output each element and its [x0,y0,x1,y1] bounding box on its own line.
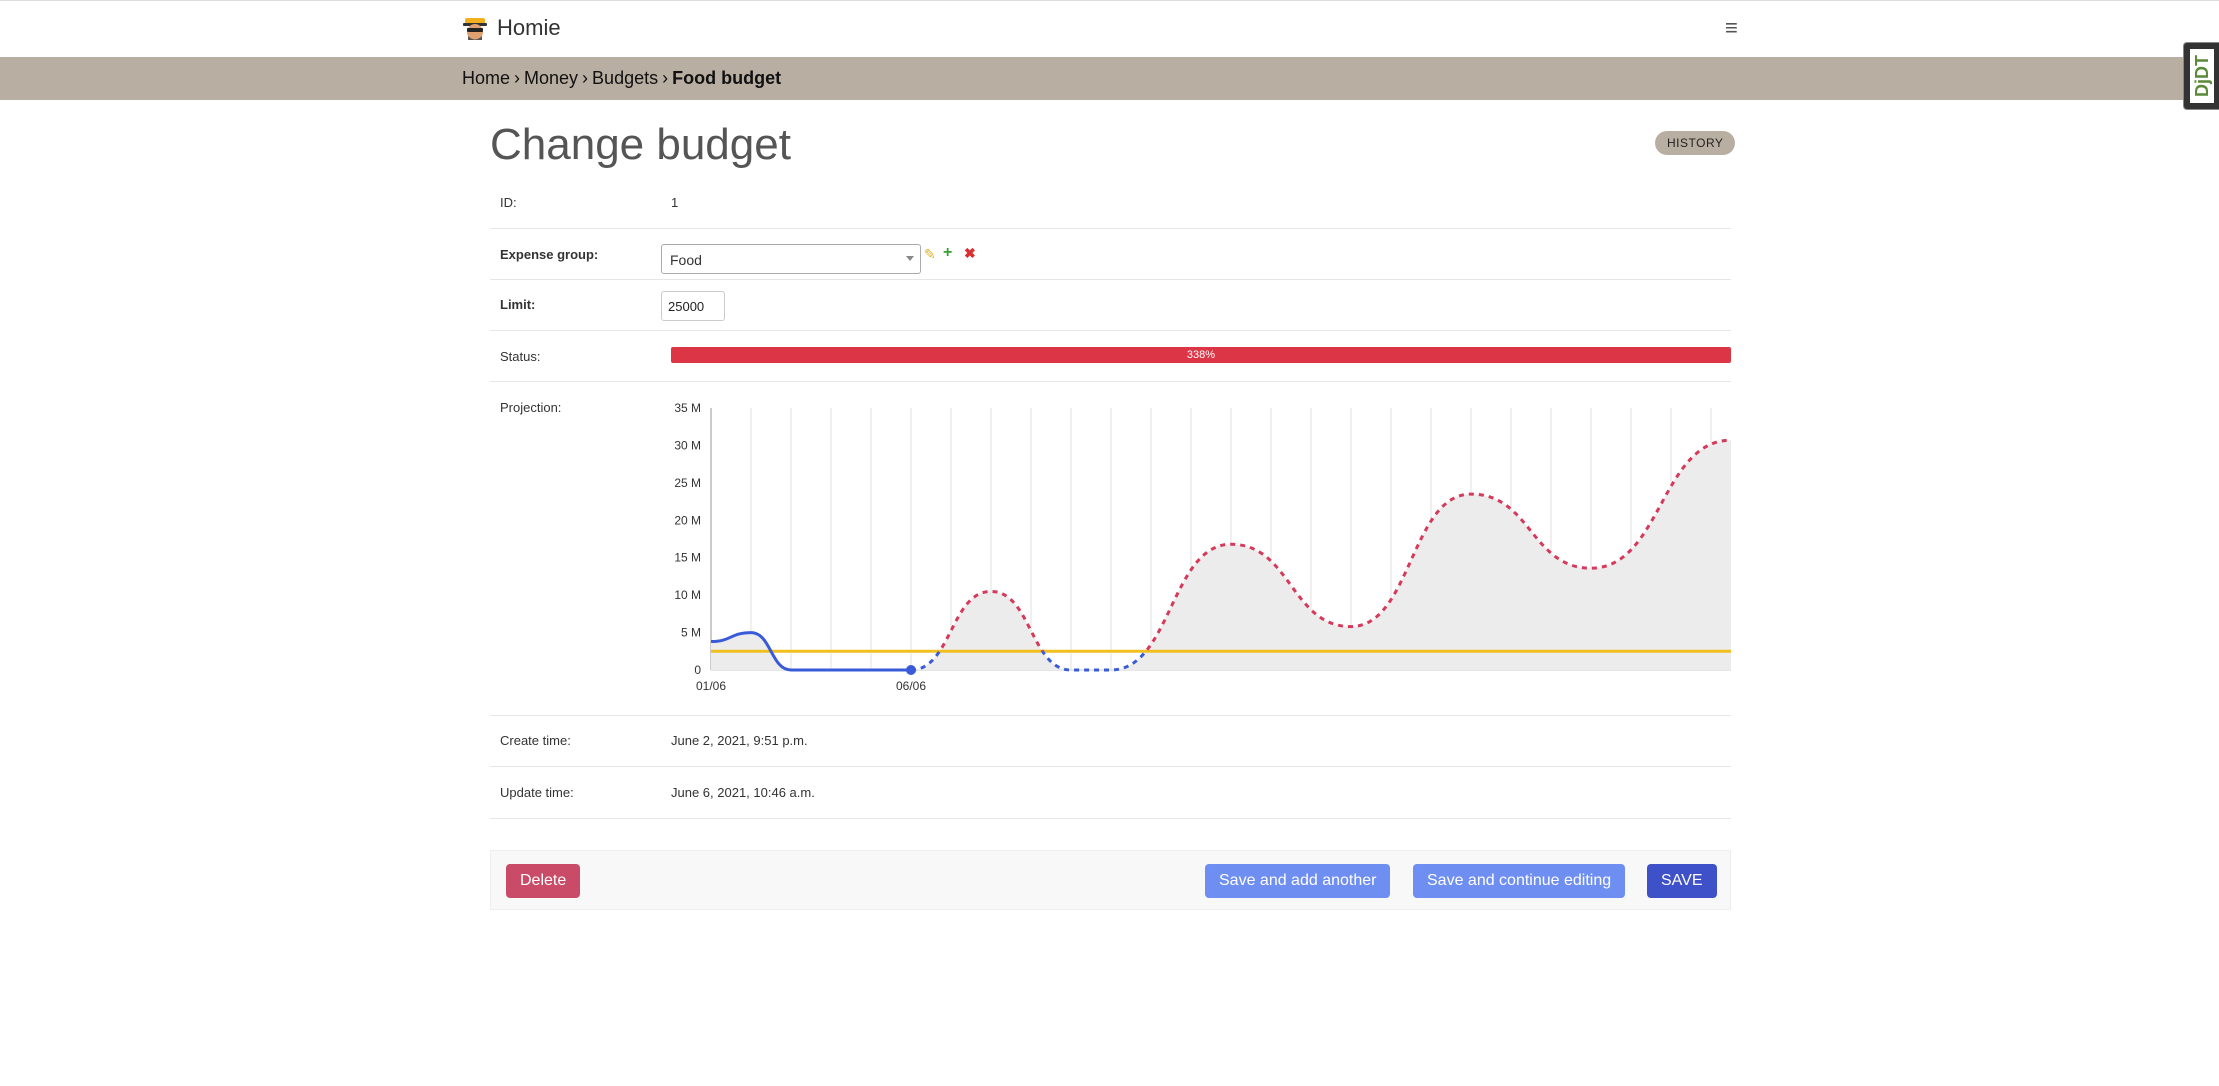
submit-row: Delete Save and add another Save and con… [490,850,1731,910]
save-add-another-button[interactable]: Save and add another [1205,864,1391,898]
id-value: 1 [671,195,679,210]
y-tick-label: 30 M [674,438,701,452]
x-tick-label: 06/06 [896,679,926,693]
create-time-label: Create time: [500,733,571,748]
update-time-value: June 6, 2021, 10:46 a.m. [671,785,815,800]
add-icon[interactable]: + [943,244,952,262]
page-title: Change budget [490,120,791,169]
breadcrumb-budgets[interactable]: Budgets [592,68,658,88]
history-button[interactable]: HISTORY [1655,131,1736,155]
debug-toolbar-handle[interactable]: DjDT [2183,42,2219,110]
form-row-limit: Limit: [490,280,1731,331]
save-button[interactable]: SAVE [1647,864,1717,898]
breadcrumb-home[interactable]: Home [462,68,510,88]
form-row-id: ID: 1 [490,180,1731,229]
delete-button[interactable]: Delete [506,864,581,898]
id-label: ID: [500,195,517,210]
y-tick-label: 0 [694,663,701,677]
top-navbar: Homie ≡ [0,0,2219,57]
breadcrumb-money[interactable]: Money [524,68,578,88]
menu-icon[interactable]: ≡ [1725,15,1738,41]
expense-group-value: Food [670,252,702,268]
form-row-update-time: Update time: June 6, 2021, 10:46 a.m. [490,767,1731,819]
logo-icon [463,18,487,40]
y-tick-label: 5 M [681,626,701,640]
limit-label: Limit: [500,297,536,312]
form-row-expense-group: Expense group: Food ✎ + ✖ [490,229,1731,280]
status-label: Status: [500,349,541,364]
form-row-create-time: Create time: June 2, 2021, 9:51 p.m. [490,716,1731,767]
status-progress-bar: 338% [671,347,1731,363]
y-tick-label: 35 M [674,401,701,415]
projection-chart: 0 5 M 10 M 15 M 20 M 25 M 30 M 35 M 01/06 06/06 [674,401,1732,693]
breadcrumb-current: Food budget [672,68,782,88]
update-time-label: Update time: [500,785,574,800]
expense-group-label: Expense group: [500,247,599,262]
y-tick-label: 10 M [674,588,701,602]
edit-icon[interactable]: ✎ [924,246,936,263]
expense-group-select[interactable]: Food [661,244,921,274]
chevron-down-icon [906,256,914,261]
x-tick-label: 01/06 [696,679,726,693]
projection-area [711,440,1731,670]
y-tick-label: 15 M [674,551,701,565]
delete-icon[interactable]: ✖ [964,245,976,262]
debug-toolbar-label: DjDT [2190,49,2214,103]
limit-input[interactable] [661,291,725,321]
save-continue-button[interactable]: Save and continue editing [1413,864,1626,898]
y-tick-label: 25 M [674,476,701,490]
breadcrumb: Home › Money › Budgets › Food budget [0,57,2219,100]
form-row-status: Status: 338% [490,331,1731,382]
today-marker [906,665,916,675]
projection-label: Projection: [500,400,562,415]
y-tick-label: 20 M [674,513,701,527]
app-brand[interactable]: Homie [497,15,561,41]
create-time-value: June 2, 2021, 9:51 p.m. [671,733,808,748]
